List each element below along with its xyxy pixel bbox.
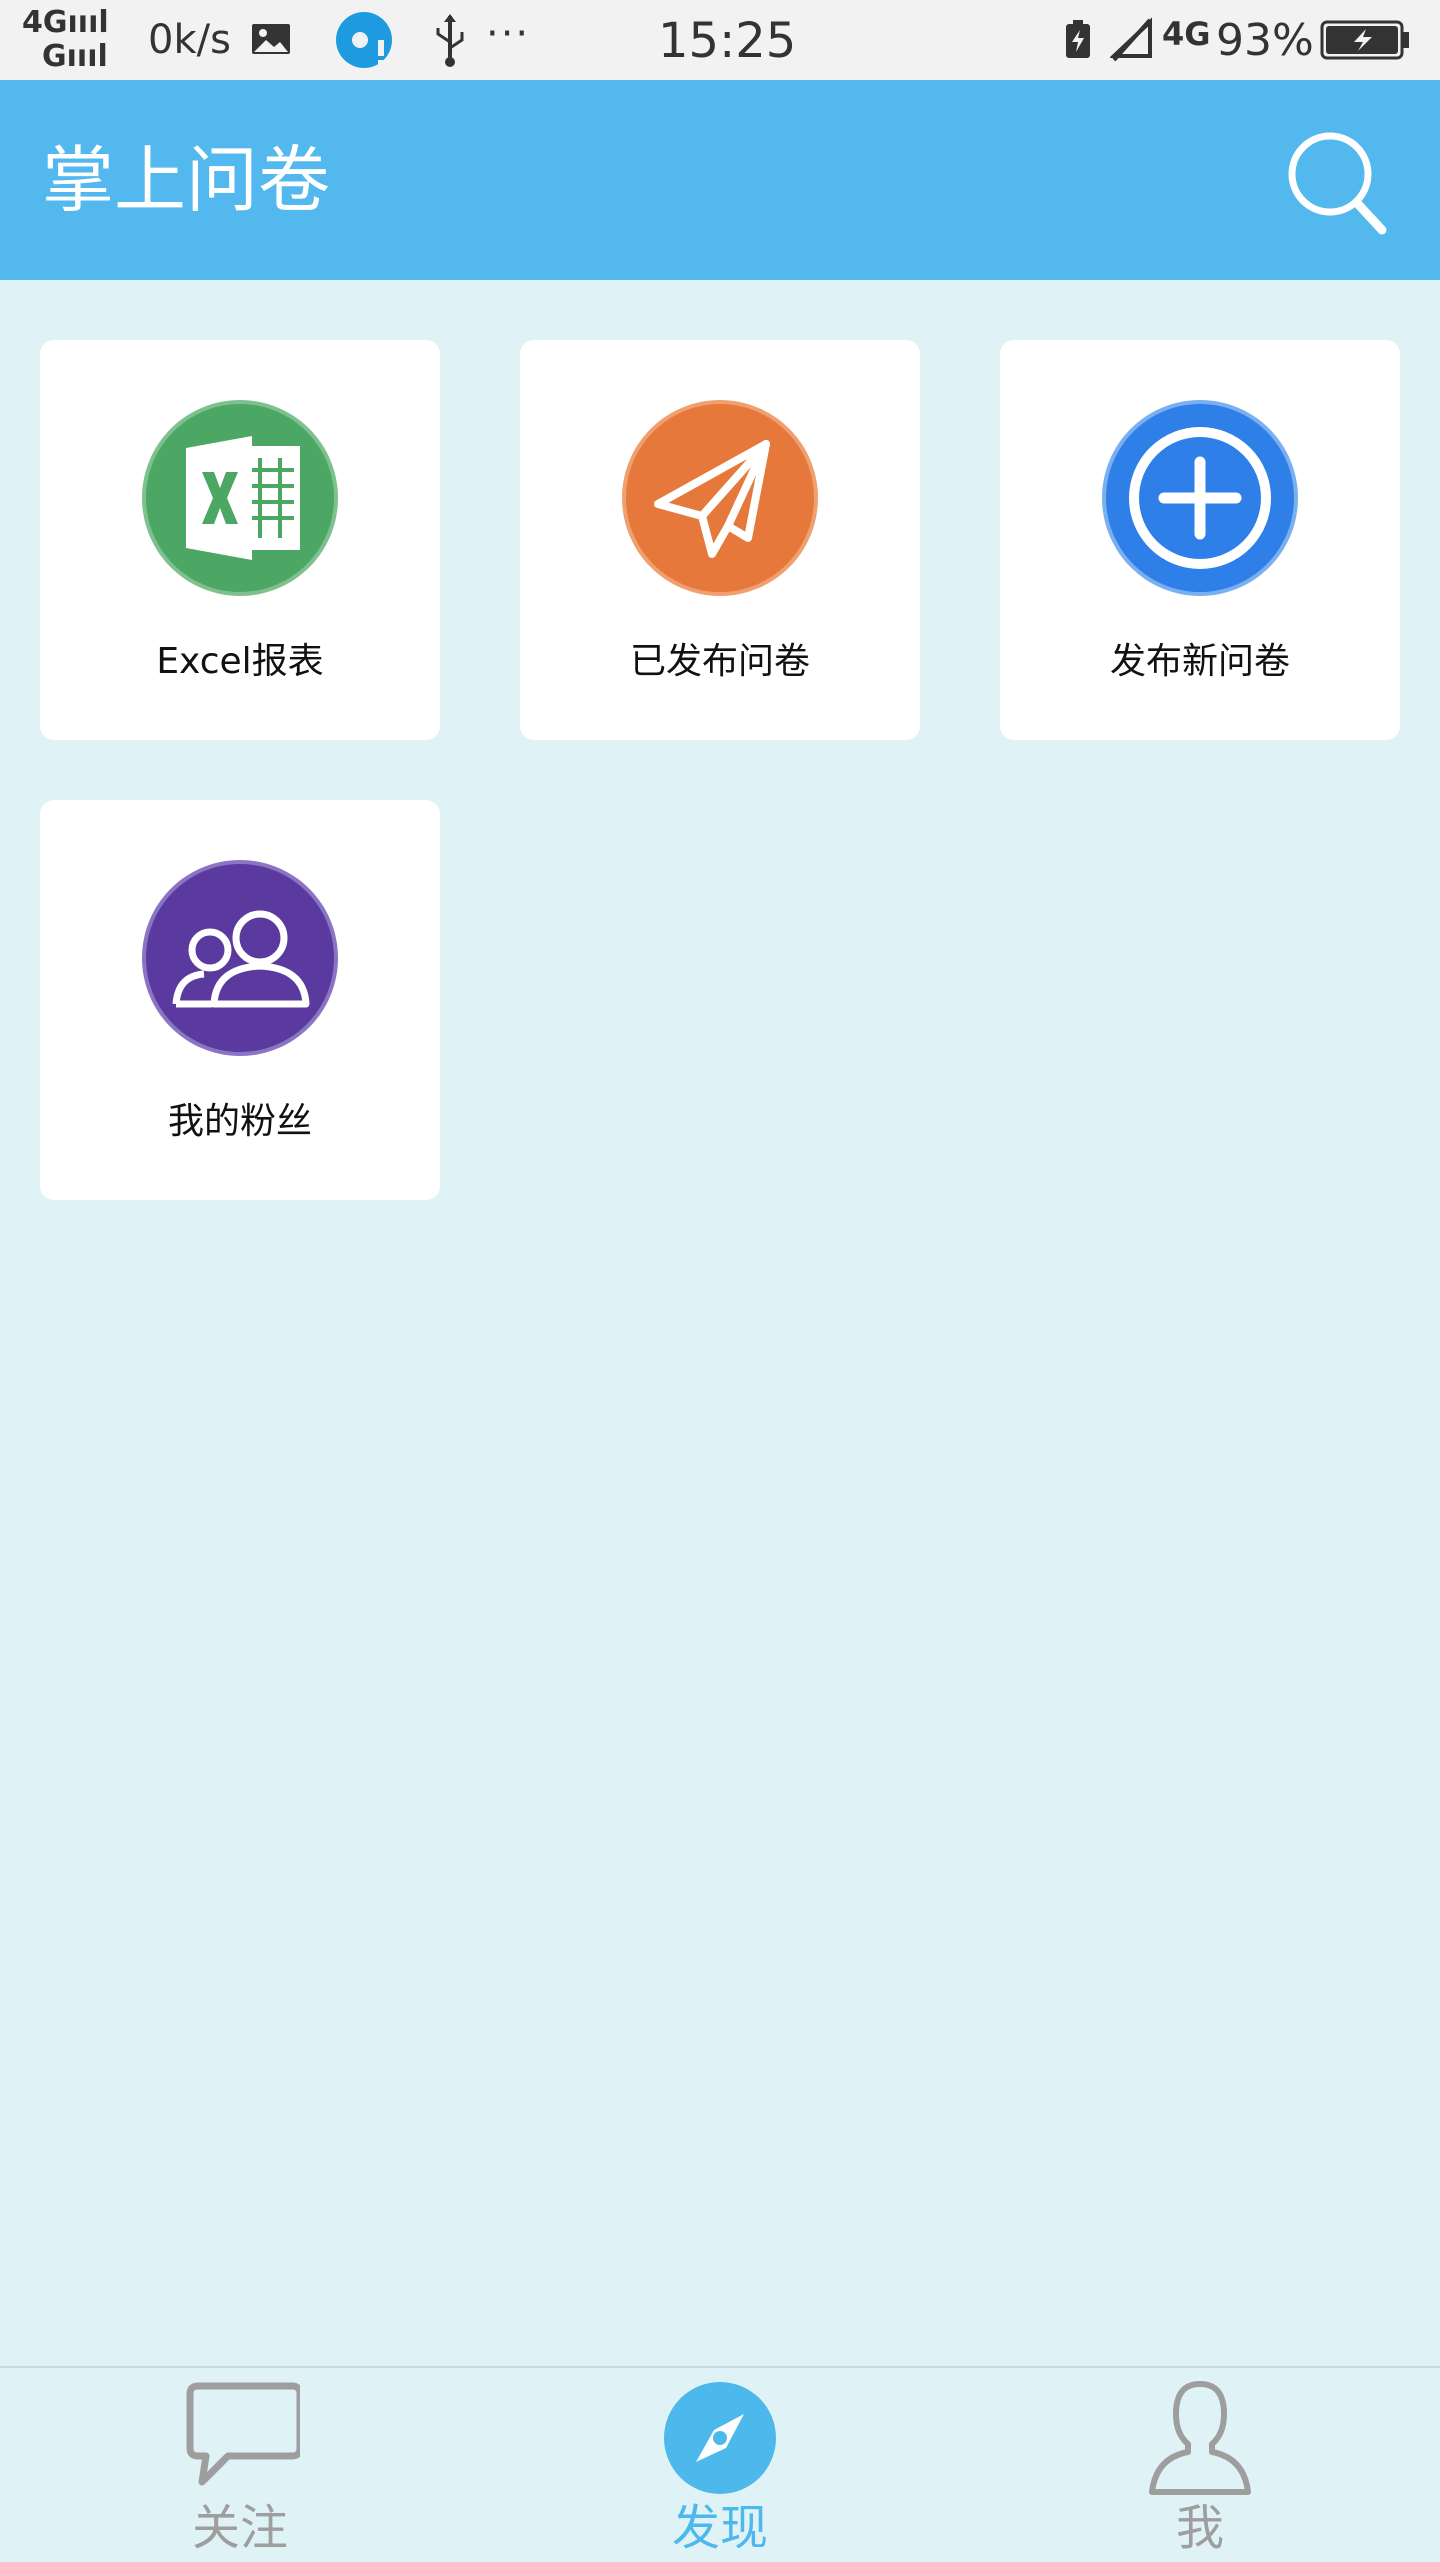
new-survey-card[interactable]: 发布新问卷 <box>1000 340 1400 740</box>
search-icon <box>1288 132 1387 235</box>
network-speed: 0k/s <box>148 17 231 63</box>
excel-report-label: Excel报表 <box>156 641 324 682</box>
app-bar: 掌上问卷 <box>0 80 1440 280</box>
signal-bars-top: ıııl <box>67 5 109 40</box>
battery-percent: 93% <box>1216 15 1314 66</box>
signal-indicator: 4Gıııl Gıııl <box>22 6 109 74</box>
bottom-nav: 关注 发现 我 <box>0 2366 1440 2562</box>
my-fans-card[interactable]: 我的粉丝 <box>40 800 440 1200</box>
chat-bubble-icon <box>186 2382 300 2486</box>
tab-discover[interactable]: 发现 <box>480 2368 960 2562</box>
paper-plane-icon <box>622 400 818 596</box>
person-icon <box>1149 2381 1251 2495</box>
published-surveys-label: 已发布问卷 <box>629 641 810 682</box>
signal-bars-bottom: ıııl <box>66 39 108 74</box>
compass-icon <box>664 2382 776 2494</box>
tab-me[interactable]: 我 <box>960 2368 1440 2562</box>
app-title: 掌上问卷 <box>42 138 331 222</box>
network-type: 4G <box>1162 15 1211 53</box>
excel-report-card[interactable]: Excel报表 <box>40 340 440 740</box>
clock: 15:25 <box>658 13 797 69</box>
gallery-icon <box>252 24 290 54</box>
app-notification-icon <box>336 12 392 68</box>
tab-discover-label: 发现 <box>671 2500 768 2556</box>
published-surveys-card[interactable]: 已发布问卷 <box>520 340 920 740</box>
usb-icon <box>436 14 464 67</box>
excel-icon <box>142 400 338 596</box>
battery-saver-icon <box>1066 20 1090 58</box>
status-bar: 4Gıııl Gıııl 0k/s ··· 15:25 4G 93% <box>0 0 1440 82</box>
new-survey-label: 发布新问卷 <box>1109 641 1290 682</box>
search-button[interactable] <box>1278 122 1398 242</box>
tab-me-label: 我 <box>1175 2500 1224 2556</box>
my-fans-label: 我的粉丝 <box>167 1101 312 1142</box>
tab-follow-label: 关注 <box>191 2500 288 2556</box>
fans-icon <box>142 860 338 1056</box>
mute-icon <box>1110 17 1152 62</box>
tab-follow[interactable]: 关注 <box>0 2368 480 2562</box>
more-notifications: ··· <box>486 11 531 57</box>
add-circle-icon <box>1102 400 1298 596</box>
signal-bottom-label: G <box>42 39 67 74</box>
signal-top-label: 4G <box>22 5 68 40</box>
battery-icon <box>1320 20 1409 60</box>
